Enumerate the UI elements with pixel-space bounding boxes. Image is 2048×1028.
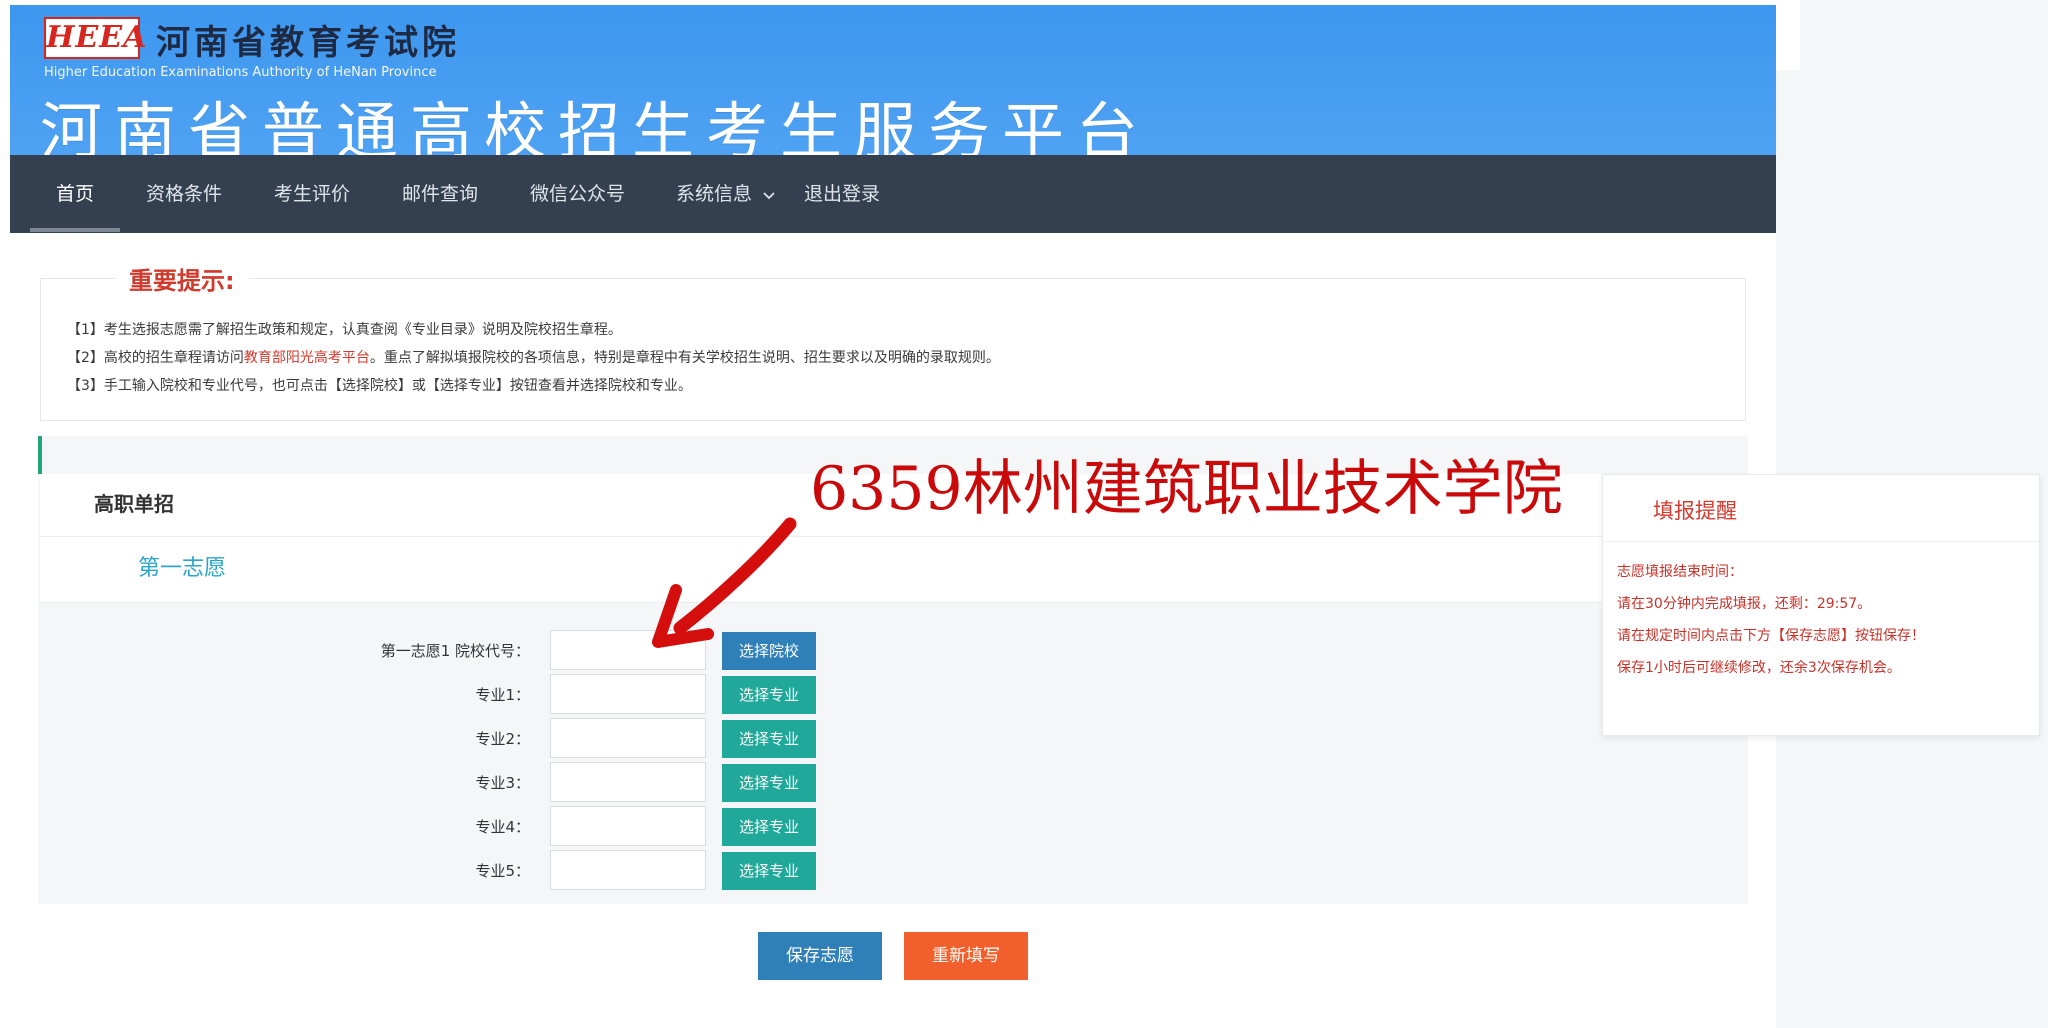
page: HEEA 河南省教育考试院 Higher Education Examinati… (0, 0, 2048, 1028)
red-arrow-icon (652, 517, 797, 648)
